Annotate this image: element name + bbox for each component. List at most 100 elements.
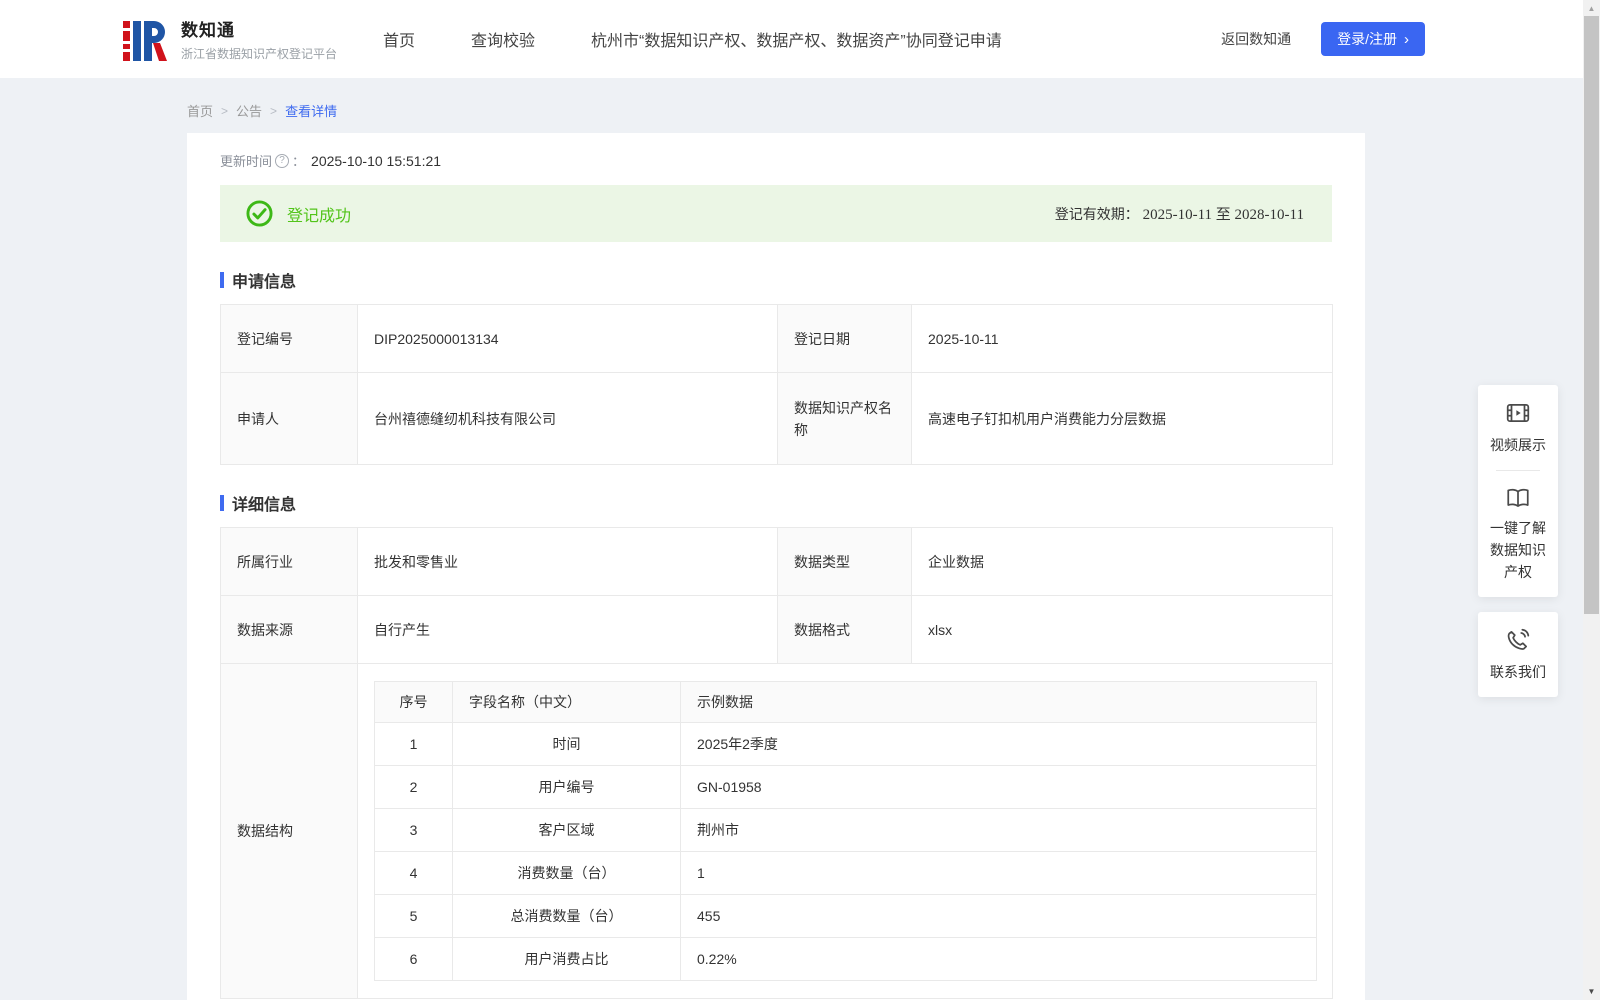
- breadcrumb-announcements[interactable]: 公告: [236, 101, 262, 120]
- guide-line: 一键了解: [1490, 520, 1546, 536]
- floating-widgets: 视频展示 一键了解 数据知识 产权 联系我们: [1478, 385, 1558, 697]
- data-ip-name-label: 数据知识产权名称: [777, 372, 912, 465]
- col-header-field-name: 字段名称（中文）: [452, 681, 681, 723]
- video-and-guide-card: 视频展示 一键了解 数据知识 产权: [1478, 385, 1558, 597]
- nav-item-query-verify[interactable]: 查询校验: [471, 27, 535, 51]
- book-icon[interactable]: [1505, 485, 1531, 511]
- scrollbar-thumb[interactable]: [1584, 16, 1599, 614]
- one-click-guide-label[interactable]: 一键了解 数据知识 产权: [1490, 517, 1546, 583]
- application-info-table: 登记编号 DIP2025000013134 登记日期 2025-10-11 申请…: [220, 304, 1333, 465]
- row-index: 4: [374, 851, 453, 895]
- application-info-section-title: 申请信息: [220, 268, 1332, 292]
- data-structure-table: 序号 字段名称（中文） 示例数据 1 时间 2025年2季度 2 用户编号 GN…: [374, 681, 1317, 981]
- data-format-label: 数据格式: [777, 595, 912, 664]
- brand-name: 数知通: [181, 21, 235, 40]
- data-source-value: 自行产生: [357, 595, 778, 664]
- reg-date-value: 2025-10-11: [911, 304, 1333, 373]
- update-time-row: 更新时间 ? ： 2025-10-10 15:51:21: [220, 151, 1332, 170]
- row-index: 5: [374, 894, 453, 938]
- table-row: 申请人 台州禧德缝纫机科技有限公司 数据知识产权名称 高速电子钉扣机用户消费能力…: [220, 372, 1333, 465]
- registration-success-banner: 登记成功 登记有效期： 2025-10-11 至 2028-10-11: [220, 185, 1332, 242]
- chevron-right-icon: ›: [1404, 30, 1409, 48]
- divider: [1496, 470, 1540, 471]
- login-register-button[interactable]: 登录/注册 ›: [1321, 22, 1425, 56]
- main-nav: 首页 查询校验 杭州市“数据知识产权、数据产权、数据资产”协同登记申请: [383, 27, 1002, 51]
- field-name: 总消费数量（台）: [452, 894, 681, 938]
- table-row: 3 客户区域 荆州市: [374, 808, 1317, 852]
- reg-number-label: 登记编号: [220, 304, 358, 373]
- back-to-shuzhitong-link[interactable]: 返回数知通: [1221, 29, 1291, 49]
- field-name: 用户编号: [452, 765, 681, 809]
- applicant-label: 申请人: [220, 372, 358, 465]
- login-register-label: 登录/注册: [1337, 31, 1397, 47]
- table-row: 所属行业 批发和零售业 数据类型 企业数据: [220, 527, 1333, 596]
- phone-icon[interactable]: [1505, 627, 1531, 653]
- section-bar: [220, 495, 224, 511]
- scroll-down-arrow-icon[interactable]: ▼: [1583, 983, 1600, 1000]
- sample-value: 0.22%: [680, 937, 1317, 981]
- validity-label: 登记有效期：: [1054, 206, 1139, 222]
- update-time-colon: ：: [292, 154, 306, 169]
- structure-header-row: 序号 字段名称（中文） 示例数据: [374, 681, 1317, 723]
- reg-date-label: 登记日期: [777, 304, 912, 373]
- update-time-label: 更新时间: [220, 154, 273, 169]
- table-row: 1 时间 2025年2季度: [374, 722, 1317, 766]
- contact-us-label[interactable]: 联系我们: [1490, 661, 1546, 683]
- validity-dates: 2025-10-11 至 2028-10-11: [1142, 207, 1304, 223]
- breadcrumb: 首页 > 公告 > 查看详情: [187, 101, 1600, 120]
- table-row: 登记编号 DIP2025000013134 登记日期 2025-10-11: [220, 304, 1333, 373]
- data-ip-name-value: 高速电子钉扣机用户消费能力分层数据: [911, 372, 1333, 465]
- table-row: 5 总消费数量（台） 455: [374, 894, 1317, 938]
- brand-text: 数知通 浙江省数据知识产权登记平台: [181, 16, 337, 62]
- detail-info-section-title: 详细信息: [220, 491, 1332, 515]
- validity-period: 登记有效期： 2025-10-11 至 2028-10-11: [1055, 203, 1304, 224]
- reg-number-value: DIP2025000013134: [357, 304, 778, 373]
- page-scrollbar[interactable]: ▲ ▼: [1583, 0, 1600, 1000]
- video-icon[interactable]: [1505, 400, 1531, 426]
- top-header: 数知通 浙江省数据知识产权登记平台 首页 查询校验 杭州市“数据知识产权、数据产…: [0, 0, 1600, 78]
- section-bar: [220, 272, 224, 288]
- breadcrumb-home[interactable]: 首页: [187, 101, 213, 120]
- nav-item-home[interactable]: 首页: [383, 27, 415, 51]
- breadcrumb-separator: >: [270, 103, 278, 118]
- header-actions: 返回数知通 登录/注册 ›: [1221, 22, 1425, 56]
- row-index: 6: [374, 937, 453, 981]
- detail-info-table: 所属行业 批发和零售业 数据类型 企业数据 数据来源 自行产生 数据格式 xls…: [220, 527, 1333, 999]
- sample-value: GN-01958: [680, 765, 1317, 809]
- col-header-sample-data: 示例数据: [680, 681, 1317, 723]
- table-row: 4 消费数量（台） 1: [374, 851, 1317, 895]
- detail-card: 更新时间 ? ： 2025-10-10 15:51:21 登记成功 登记有效期：…: [187, 133, 1365, 1000]
- data-source-label: 数据来源: [220, 595, 358, 664]
- guide-line: 产权: [1504, 564, 1532, 580]
- table-row: 数据结构 序号 字段名称（中文） 示例数据 1 时间 2025年2季度 2 用户…: [220, 663, 1333, 999]
- nav-item-hangzhou-joint-registration[interactable]: 杭州市“数据知识产权、数据产权、数据资产”协同登记申请: [591, 27, 1002, 51]
- breadcrumb-separator: >: [221, 103, 229, 118]
- row-index: 2: [374, 765, 453, 809]
- page: 数知通 浙江省数据知识产权登记平台 首页 查询校验 杭州市“数据知识产权、数据产…: [0, 0, 1600, 1000]
- field-name: 用户消费占比: [452, 937, 681, 981]
- help-icon[interactable]: ?: [275, 153, 290, 168]
- contact-card: 联系我们: [1478, 612, 1558, 697]
- sample-value: 2025年2季度: [680, 722, 1317, 766]
- update-time-value: 2025-10-10 15:51:21: [311, 152, 442, 169]
- field-name: 消费数量（台）: [452, 851, 681, 895]
- field-name: 客户区域: [452, 808, 681, 852]
- table-row: 6 用户消费占比 0.22%: [374, 937, 1317, 981]
- video-showcase-label[interactable]: 视频展示: [1490, 434, 1546, 456]
- breadcrumb-view-detail[interactable]: 查看详情: [285, 101, 337, 120]
- data-type-value: 企业数据: [911, 527, 1333, 596]
- application-info-label: 申请信息: [232, 274, 297, 291]
- data-format-value: xlsx: [911, 595, 1333, 664]
- field-name: 时间: [452, 722, 681, 766]
- data-structure-cell: 序号 字段名称（中文） 示例数据 1 时间 2025年2季度 2 用户编号 GN…: [357, 663, 1333, 999]
- table-row: 数据来源 自行产生 数据格式 xlsx: [220, 595, 1333, 664]
- detail-info-label: 详细信息: [232, 497, 297, 514]
- sample-value: 1: [680, 851, 1317, 895]
- industry-label: 所属行业: [220, 527, 358, 596]
- table-row: 2 用户编号 GN-01958: [374, 765, 1317, 809]
- col-header-index: 序号: [374, 681, 453, 723]
- row-index: 1: [374, 722, 453, 766]
- data-structure-label: 数据结构: [220, 663, 358, 999]
- scroll-up-arrow-icon[interactable]: ▲: [1583, 0, 1600, 17]
- sample-value: 荆州市: [680, 808, 1317, 852]
